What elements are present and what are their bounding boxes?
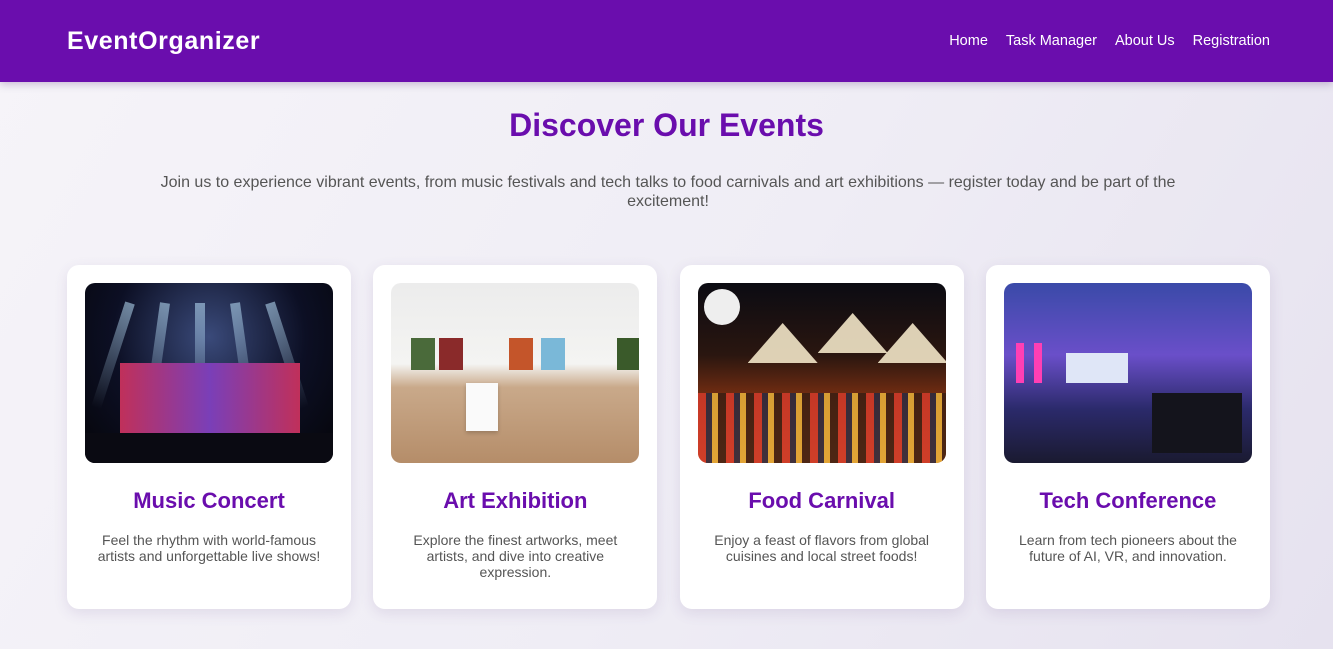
night-food-market-image xyxy=(697,283,946,463)
event-card-food-carnival[interactable]: Food Carnival Enjoy a feast of flavors f… xyxy=(679,265,964,609)
nav-link-home[interactable]: Home xyxy=(949,33,988,49)
event-card-tech-conference[interactable]: Tech Conference Learn from tech pioneers… xyxy=(985,265,1270,609)
event-description: Learn from tech pioneers about the futur… xyxy=(1019,532,1237,564)
main-nav: Home Task Manager About Us Registration xyxy=(949,33,1270,49)
event-title: Food Carnival xyxy=(748,488,895,513)
event-title: Tech Conference xyxy=(1039,488,1217,513)
nav-link-about-us[interactable]: About Us xyxy=(1115,33,1175,49)
event-card-art-exhibition[interactable]: Art Exhibition Explore the finest artwor… xyxy=(373,265,658,609)
event-description: Enjoy a feast of flavors from global cui… xyxy=(714,532,930,564)
event-title: Music Concert xyxy=(133,488,285,513)
brand-logo[interactable]: EventOrganizer xyxy=(67,27,260,56)
event-description: Feel the rhythm with world-famous artist… xyxy=(97,532,321,564)
tech-conference-hall-image xyxy=(1003,283,1252,463)
nav-link-task-manager[interactable]: Task Manager xyxy=(1006,33,1097,49)
event-description: Explore the finest artworks, meet artist… xyxy=(413,532,618,580)
event-card-music-concert[interactable]: Music Concert Feel the rhythm with world… xyxy=(67,265,351,609)
event-title: Art Exhibition xyxy=(443,488,588,513)
nav-link-registration[interactable]: Registration xyxy=(1193,33,1270,49)
event-cards: Music Concert Feel the rhythm with world… xyxy=(67,265,1270,609)
navbar: EventOrganizer Home Task Manager About U… xyxy=(0,0,1333,82)
concert-stage-image xyxy=(85,283,333,463)
page-subtitle: Join us to experience vibrant events, fr… xyxy=(160,174,1176,210)
page-title: Discover Our Events xyxy=(509,107,824,143)
art-gallery-image xyxy=(391,283,640,463)
